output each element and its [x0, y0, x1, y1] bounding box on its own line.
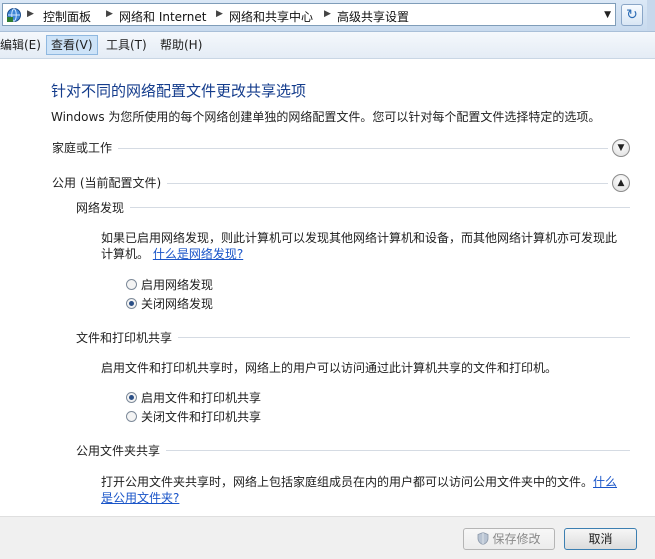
radio-label: 启用文件和打印机共享: [141, 391, 262, 405]
radio-button[interactable]: [126, 298, 137, 309]
network-folder-icon: [7, 8, 21, 22]
chevron-up-icon[interactable]: ▲: [612, 174, 630, 192]
address-bar: ▶ 控制面板 ▶ 网络和 Internet ▶ 网络和共享中心 ▶ 高级共享设置…: [0, 0, 655, 32]
public-folder-sharing-description: 打开公用文件夹共享时，网络上包括家庭组成员在内的用户都可以访问公用文件夹中的文件…: [101, 474, 617, 506]
breadcrumb-separator[interactable]: ▶: [216, 9, 223, 19]
chevron-down-icon[interactable]: ▼: [612, 139, 630, 157]
breadcrumb-network-sharing-center[interactable]: 网络和共享中心: [229, 8, 313, 25]
menu-bar: 编辑(E) 查看(V) 工具(T) 帮助(H): [0, 32, 655, 59]
radio-label: 关闭网络发现: [141, 297, 214, 311]
save-changes-button[interactable]: 保存修改: [463, 528, 555, 550]
network-discovery-desc-line2: 计算机。 什么是网络发现?: [101, 246, 617, 262]
profile-home-work-label[interactable]: 家庭或工作: [52, 139, 119, 156]
radio-label: 启用网络发现: [141, 278, 214, 292]
breadcrumb-separator[interactable]: ▶: [27, 9, 34, 19]
refresh-button[interactable]: ↻: [621, 4, 643, 26]
intro-text: Windows 为您所使用的每个网络创建单独的网络配置文件。您可以针对每个配置文…: [51, 110, 601, 124]
cancel-button[interactable]: 取消: [564, 528, 637, 550]
menu-tools[interactable]: 工具(T): [102, 35, 151, 55]
radio-button[interactable]: [126, 392, 137, 403]
breadcrumb-separator[interactable]: ▶: [324, 9, 331, 19]
breadcrumb-separator[interactable]: ▶: [106, 9, 113, 19]
menu-edit[interactable]: 编辑(E): [0, 35, 45, 55]
radio-button[interactable]: [126, 411, 137, 422]
menu-view[interactable]: 查看(V): [46, 35, 98, 55]
radio-disable-network-discovery[interactable]: 关闭网络发现: [126, 295, 213, 311]
public-folder-sharing-heading: 公用文件夹共享: [76, 442, 167, 459]
divider: [52, 148, 608, 149]
radio-enable-file-printer-sharing[interactable]: 启用文件和打印机共享: [126, 389, 261, 405]
breadcrumb-network-internet[interactable]: 网络和 Internet: [119, 8, 206, 25]
breadcrumb-advanced-sharing[interactable]: 高级共享设置: [337, 8, 409, 25]
divider: [76, 207, 630, 208]
public-folder-help-link-part2[interactable]: 是公用文件夹?: [101, 490, 617, 506]
radio-label: 关闭文件和打印机共享: [141, 410, 262, 424]
address-box[interactable]: ▶ 控制面板 ▶ 网络和 Internet ▶ 网络和共享中心 ▶ 高级共享设置…: [2, 3, 616, 26]
network-discovery-description: 如果已启用网络发现，则此计算机可以发现其他网络计算机和设备，而其他网络计算机亦可…: [101, 230, 617, 262]
radio-disable-file-printer-sharing[interactable]: 关闭文件和打印机共享: [126, 408, 261, 424]
desc-text: 计算机。: [101, 247, 150, 261]
file-printer-sharing-description: 启用文件和打印机共享时，网络上的用户可以访问通过此计算机共享的文件和打印机。: [101, 361, 558, 375]
public-folder-desc-line1: 打开公用文件夹共享时，网络上包括家庭组成员在内的用户都可以访问公用文件夹中的文件…: [101, 474, 617, 490]
page-title: 针对不同的网络配置文件更改共享选项: [51, 82, 307, 100]
network-discovery-desc-line1: 如果已启用网络发现，则此计算机可以发现其他网络计算机和设备，而其他网络计算机亦可…: [101, 231, 618, 245]
breadcrumb-control-panel[interactable]: 控制面板: [43, 8, 91, 25]
menu-help[interactable]: 帮助(H): [156, 35, 206, 55]
public-folder-help-link-part1[interactable]: 什么: [593, 475, 617, 489]
chevron-down-icon[interactable]: ▼: [604, 10, 611, 20]
radio-button[interactable]: [126, 279, 137, 290]
network-discovery-help-link[interactable]: 什么是网络发现?: [153, 247, 243, 261]
save-button-label: 保存修改: [492, 532, 541, 546]
network-discovery-heading: 网络发现: [76, 199, 131, 216]
window-edge: [647, 0, 655, 31]
desc-text: 打开公用文件夹共享时，网络上包括家庭组成员在内的用户都可以访问公用文件夹中的文件…: [101, 475, 594, 489]
file-printer-sharing-heading: 文件和打印机共享: [76, 329, 179, 346]
profile-public-label[interactable]: 公用 (当前配置文件): [52, 174, 168, 191]
bottom-button-bar: 保存修改 取消: [0, 516, 655, 559]
radio-enable-network-discovery[interactable]: 启用网络发现: [126, 276, 213, 292]
uac-shield-icon: [478, 532, 489, 545]
refresh-icon: ↻: [626, 7, 638, 23]
